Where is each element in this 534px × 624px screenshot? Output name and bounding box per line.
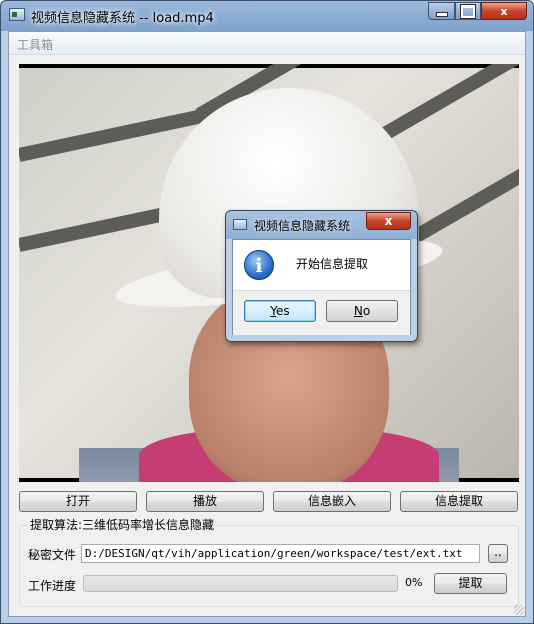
- yes-button[interactable]: Yes: [244, 300, 316, 322]
- close-icon: x: [500, 4, 508, 18]
- window-title: 视频信息隐藏系统 -- load.mp4: [31, 11, 214, 26]
- extract-info-button[interactable]: 信息提取: [400, 491, 518, 512]
- resize-grip[interactable]: [514, 605, 524, 615]
- message-dialog: 视频信息隐藏系统 x i 开始信息提取 Yes No: [225, 210, 418, 342]
- close-icon: x: [384, 214, 393, 228]
- dialog-button-row: Yes No: [233, 290, 410, 335]
- information-icon: i: [244, 250, 274, 280]
- dialog-close-button[interactable]: x: [366, 212, 411, 230]
- secret-file-input[interactable]: D:/DESIGN/qt/vih/application/green/works…: [81, 544, 480, 563]
- close-button[interactable]: x: [481, 2, 527, 20]
- no-button[interactable]: No: [326, 300, 398, 322]
- secret-file-label: 秘密文件: [28, 548, 77, 562]
- no-label: o: [362, 304, 371, 318]
- play-button[interactable]: 播放: [146, 491, 264, 512]
- dialog-message: 开始信息提取: [296, 257, 369, 271]
- progress-percent: 0%: [405, 576, 423, 589]
- app-icon: [9, 8, 25, 21]
- no-accelerator: N: [353, 304, 363, 318]
- menu-toolbox[interactable]: 工具箱: [17, 36, 53, 53]
- maximize-icon: [461, 4, 475, 18]
- dialog-title: 视频信息隐藏系统: [254, 219, 351, 233]
- groupbox-title: 提取算法:三维低码率增长信息隐藏: [27, 516, 218, 533]
- progress-label: 工作进度: [28, 579, 77, 593]
- yes-label: es: [276, 304, 290, 318]
- progress-bar: [83, 575, 398, 592]
- embed-button[interactable]: 信息嵌入: [273, 491, 391, 512]
- dialog-app-icon: [233, 219, 247, 230]
- minimize-button[interactable]: [428, 2, 455, 20]
- minimize-icon: [435, 11, 448, 17]
- maximize-button[interactable]: [455, 2, 481, 20]
- run-extract-button[interactable]: 提取: [434, 573, 507, 594]
- dialog-body: i 开始信息提取 Yes No: [232, 239, 411, 335]
- browse-button[interactable]: ..: [488, 544, 508, 563]
- title-bar[interactable]: 视频信息隐藏系统 -- load.mp4 x: [1, 1, 533, 29]
- main-window: 视频信息隐藏系统 -- load.mp4 x 工具箱 打开 播放 信息嵌入 信息…: [0, 0, 534, 624]
- open-button[interactable]: 打开: [19, 491, 137, 512]
- caption-buttons: x: [428, 2, 527, 20]
- menu-bar: 工具箱: [9, 32, 525, 55]
- extraction-groupbox: [19, 525, 519, 607]
